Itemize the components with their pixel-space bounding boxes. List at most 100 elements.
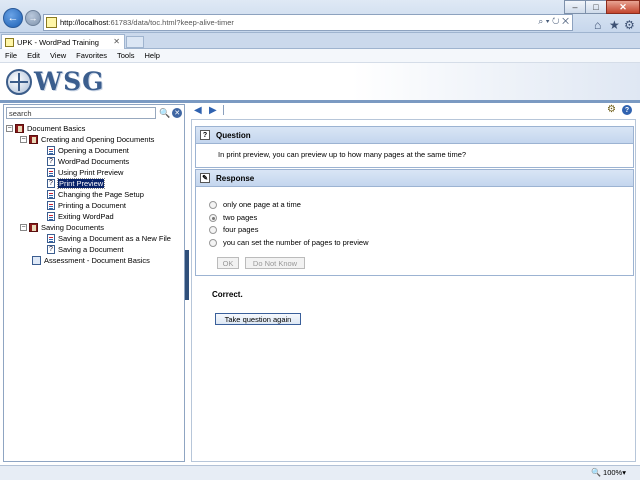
tree-node-label: Saving a Document as a New File — [58, 234, 171, 243]
take-question-again-button[interactable]: Take question again — [215, 313, 301, 325]
topic-icon — [47, 234, 55, 243]
tree-node-exiting-wordpad[interactable]: Exiting WordPad — [47, 211, 114, 222]
tree-node-label-selected: Print Preview — [56, 178, 106, 189]
book-icon — [15, 124, 24, 133]
tree-node-assessment[interactable]: Assessment - Document Basics — [32, 255, 150, 266]
tree-node-label: Changing the Page Setup — [58, 190, 144, 199]
previous-arrow-icon[interactable]: ◀ — [194, 105, 202, 116]
browser-tab[interactable]: UPK - WordPad Training ✕ — [1, 34, 125, 49]
collapse-icon[interactable]: − — [20, 224, 27, 231]
tree-node-saving-document[interactable]: ? Saving a Document — [47, 244, 123, 255]
tree-node-label: Opening a Document — [58, 146, 129, 155]
gear-icon[interactable]: ⚙ — [624, 18, 635, 32]
toolbar-divider — [223, 105, 224, 115]
minimize-button[interactable]: – — [564, 0, 586, 14]
ok-button[interactable]: OK — [217, 257, 239, 269]
tree-node-label: Saving a Document — [58, 245, 124, 254]
tree-node-printing-document[interactable]: Printing a Document — [47, 200, 126, 211]
response-header: ✎ Response — [195, 169, 634, 187]
search-row: 🔍 ✕ — [4, 105, 184, 121]
tree-node-saving-new-file[interactable]: Saving a Document as a New File — [47, 233, 171, 244]
panel-splitter[interactable] — [185, 250, 189, 300]
radio-button[interactable] — [209, 200, 217, 209]
tree-node-label: Exiting WordPad — [58, 212, 114, 221]
zoom-icon: 🔍 — [591, 468, 602, 477]
tree-node-opening-document[interactable]: Opening a Document — [47, 145, 129, 156]
menu-favorites[interactable]: Favorites — [76, 51, 107, 60]
tab-title: UPK - WordPad Training — [17, 37, 99, 47]
status-bar: 🔍 100% ▾ — [0, 465, 640, 480]
wsg-logo: WSG — [6, 67, 104, 96]
content-toolbar: ◀ ▶ ⚙ ? — [191, 103, 636, 117]
address-url: http://localhost:61783/data/toc.html?kee… — [60, 18, 234, 27]
question-text: In print preview, you can preview up to … — [218, 150, 467, 159]
site-favicon — [46, 17, 57, 28]
tree-node-print-preview[interactable]: ? Print Preview — [47, 178, 106, 189]
question-icon: ? — [47, 157, 55, 166]
tree-node-saving-documents[interactable]: − Saving Documents — [20, 222, 104, 233]
option-label: four pages — [223, 225, 259, 234]
option-label: only one page at a time — [223, 200, 301, 209]
menu-tools[interactable]: Tools — [117, 51, 135, 60]
option-label: you can set the number of pages to previ… — [223, 238, 369, 247]
logo-text: WSG — [34, 67, 105, 96]
tree-node-creating-opening[interactable]: − Creating and Opening Documents — [20, 134, 154, 145]
tree-node-label: WordPad Documents — [58, 157, 130, 166]
zoom-control[interactable]: 🔍 100% ▾ — [591, 468, 626, 477]
tree-node-label: Using Print Preview — [58, 168, 124, 177]
topic-icon — [47, 190, 55, 199]
radio-button[interactable] — [209, 238, 217, 247]
maximize-button[interactable]: □ — [585, 0, 607, 14]
tree-node-label: Document Basics — [27, 124, 86, 133]
next-arrow-icon[interactable]: ▶ — [209, 105, 217, 116]
topic-icon — [47, 212, 55, 221]
topic-icon — [47, 168, 55, 177]
zoom-dropdown-icon[interactable]: ▾ — [622, 468, 626, 477]
clear-search-icon[interactable]: ✕ — [172, 108, 183, 118]
help-icon[interactable]: ? — [622, 105, 632, 115]
collapse-icon[interactable]: − — [6, 125, 13, 132]
collapse-icon[interactable]: − — [20, 136, 27, 143]
settings-icon[interactable]: ⚙ — [607, 104, 616, 115]
close-window-button[interactable]: ✕ — [606, 0, 640, 14]
tree-node-wordpad-documents[interactable]: ? WordPad Documents — [47, 156, 129, 167]
search-refresh-icons[interactable]: ⌕ ▾ ↻ ✕ — [538, 16, 569, 27]
menu-help[interactable]: Help — [145, 51, 160, 60]
response-heading: Response — [216, 173, 255, 183]
search-icon[interactable]: 🔍 — [159, 108, 170, 119]
window-controls: – □ ✕ — [564, 0, 640, 14]
book-icon — [29, 135, 38, 144]
forward-button[interactable]: → — [25, 10, 41, 26]
zoom-level: 100% — [603, 468, 623, 477]
radio-button[interactable] — [209, 225, 217, 234]
tree-node-document-basics[interactable]: − Document Basics — [6, 123, 85, 134]
tree-node-using-print-preview[interactable]: Using Print Preview — [47, 167, 123, 178]
tab-row: UPK - WordPad Training ✕ — [0, 33, 640, 49]
back-button[interactable]: ← — [3, 8, 23, 28]
option-two-pages[interactable]: two pages — [209, 212, 257, 223]
menu-file[interactable]: File — [5, 51, 17, 60]
question-header: ? Question — [195, 126, 634, 144]
radio-button-selected[interactable] — [209, 213, 217, 222]
menu-view[interactable]: View — [50, 51, 66, 60]
address-bar[interactable]: http://localhost:61783/data/toc.html?kee… — [43, 14, 573, 31]
globe-icon — [6, 68, 32, 95]
book-icon — [29, 223, 38, 232]
tree-node-page-setup[interactable]: Changing the Page Setup — [47, 189, 144, 200]
tree-node-label: Assessment - Document Basics — [44, 256, 150, 265]
home-icon[interactable]: ⌂ — [594, 18, 601, 32]
question-body: In print preview, you can preview up to … — [195, 144, 634, 168]
option-one-page[interactable]: only one page at a time — [209, 199, 301, 210]
menu-bar: File Edit View Favorites Tools Help — [0, 49, 640, 63]
option-set-number[interactable]: you can set the number of pages to previ… — [209, 237, 369, 248]
tree-node-label: Printing a Document — [58, 201, 126, 210]
search-input[interactable] — [6, 107, 156, 119]
do-not-know-button[interactable]: Do Not Know — [245, 257, 305, 269]
menu-edit[interactable]: Edit — [27, 51, 40, 60]
favorites-star-icon[interactable]: ★ — [609, 18, 620, 32]
toc-panel: 🔍 ✕ − Document Basics − Creating and Ope… — [3, 104, 185, 462]
topic-icon — [47, 201, 55, 210]
new-tab-button[interactable] — [126, 36, 144, 48]
option-four-pages[interactable]: four pages — [209, 224, 258, 235]
tab-close-icon[interactable]: ✕ — [113, 37, 120, 46]
